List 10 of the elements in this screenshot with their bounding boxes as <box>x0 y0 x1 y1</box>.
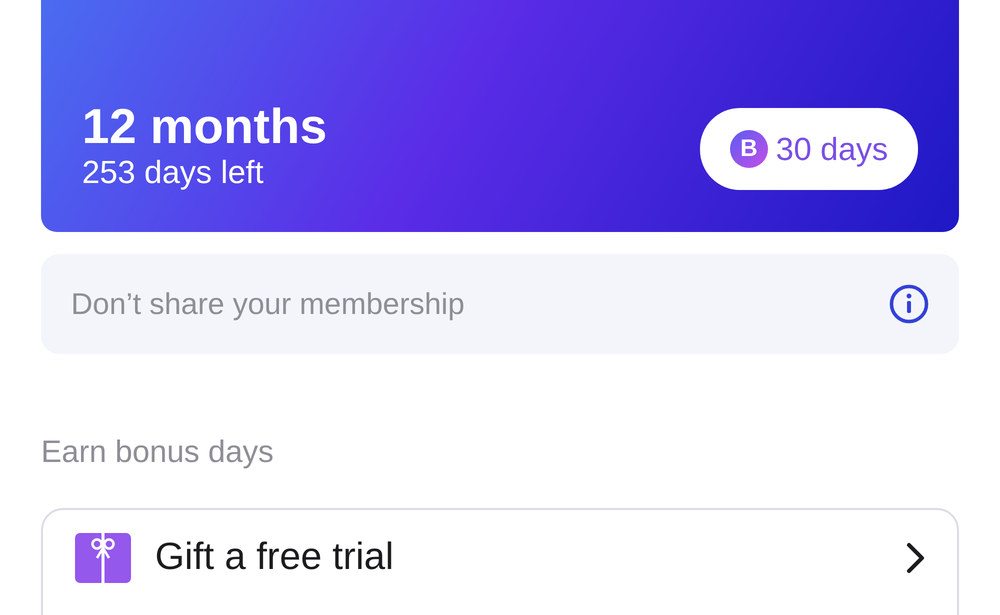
bonus-letter-icon: B <box>730 130 768 168</box>
chevron-right-icon <box>905 542 927 574</box>
info-icon[interactable] <box>889 284 929 324</box>
gift-icon <box>75 532 131 582</box>
plan-title: 12 months <box>82 100 328 155</box>
days-left-text: 253 days left <box>82 154 264 190</box>
notice-text: Don’t share your membership <box>71 286 465 322</box>
section-title: Earn bonus days <box>41 433 275 471</box>
bonus-days-badge[interactable]: B 30 days <box>700 108 918 190</box>
gift-trial-row[interactable]: Gift a free trial <box>41 508 959 615</box>
